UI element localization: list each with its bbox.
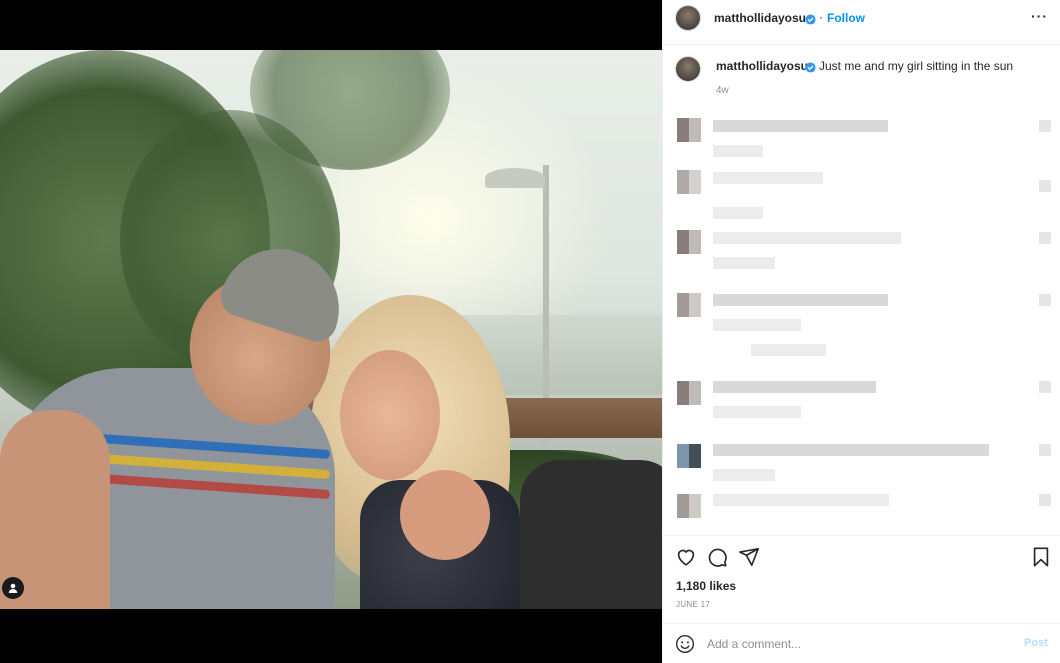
post-actions-bar xyxy=(663,535,1060,575)
photo-lamp xyxy=(485,168,545,188)
post-side-panel: matthollidayosu · Follow ··· matthollida… xyxy=(662,0,1060,663)
instagram-post-view: matthollidayosu · Follow ··· matthollida… xyxy=(0,0,1060,663)
comment-avatar xyxy=(677,444,701,468)
comment-avatar xyxy=(677,170,701,194)
comment-avatar xyxy=(677,381,701,405)
header-divider xyxy=(663,44,1060,45)
comments-list[interactable] xyxy=(663,110,1060,530)
verified-badge-icon xyxy=(805,12,816,30)
post-photo[interactable] xyxy=(0,50,662,609)
post-header: matthollidayosu · Follow ··· xyxy=(663,0,1060,36)
comment-like-icon xyxy=(1039,444,1051,456)
comment-text-blurred xyxy=(713,494,889,506)
more-options-button[interactable]: ··· xyxy=(1031,8,1048,24)
comment-icon[interactable] xyxy=(706,546,728,568)
comment-text-blurred xyxy=(713,232,901,244)
comment-meta-blurred xyxy=(713,406,801,418)
comment-meta-blurred xyxy=(713,207,763,219)
comment-meta-blurred xyxy=(751,344,826,356)
photo-woman-skin xyxy=(400,470,490,560)
comment-avatar xyxy=(677,494,701,518)
photo-chair xyxy=(520,460,662,609)
author-avatar[interactable] xyxy=(675,5,701,31)
comment-avatar xyxy=(677,118,701,142)
comment-like-icon xyxy=(1039,180,1051,192)
add-comment-bar: Post xyxy=(663,623,1060,663)
caption-timestamp[interactable]: 4w xyxy=(716,85,729,96)
likes-count[interactable]: 1,180 likes xyxy=(676,579,736,593)
caption-text: Just me and my girl sitting in the sun xyxy=(819,59,1014,73)
comment-text-blurred xyxy=(713,294,888,306)
comment-text-blurred xyxy=(713,120,888,132)
comment-meta-blurred xyxy=(713,469,775,481)
comment-text-blurred xyxy=(713,444,989,456)
comment-like-icon xyxy=(1039,232,1051,244)
emoji-icon[interactable] xyxy=(675,634,695,654)
comment-like-icon xyxy=(1039,381,1051,393)
comment-meta-blurred xyxy=(713,145,763,157)
bookmark-icon[interactable] xyxy=(1030,546,1052,568)
comment-meta-blurred xyxy=(713,257,775,269)
photo-woman-face xyxy=(340,350,440,480)
share-icon[interactable] xyxy=(738,546,760,568)
verified-badge-icon xyxy=(805,60,816,78)
caption-author-username[interactable]: matthollidayosu xyxy=(716,59,808,73)
post-comment-button[interactable]: Post xyxy=(1024,637,1048,649)
comment-like-icon xyxy=(1039,120,1051,132)
comment-text-blurred xyxy=(713,381,876,393)
post-date[interactable]: JUNE 17 xyxy=(676,600,710,609)
follow-button[interactable]: Follow xyxy=(827,11,865,25)
heart-icon[interactable] xyxy=(675,546,697,568)
header-separator: · xyxy=(819,10,823,24)
comment-text-blurred xyxy=(713,172,823,184)
comment-input[interactable] xyxy=(707,634,1007,654)
author-username[interactable]: matthollidayosu xyxy=(714,11,806,25)
caption-author-avatar[interactable] xyxy=(675,56,701,82)
comment-like-icon xyxy=(1039,294,1051,306)
comment-avatar xyxy=(677,293,701,317)
post-media-area[interactable] xyxy=(0,0,662,663)
comment-avatar xyxy=(677,230,701,254)
user-tag-icon[interactable] xyxy=(2,577,24,599)
comment-meta-blurred xyxy=(713,319,801,331)
comment-like-icon xyxy=(1039,494,1051,506)
